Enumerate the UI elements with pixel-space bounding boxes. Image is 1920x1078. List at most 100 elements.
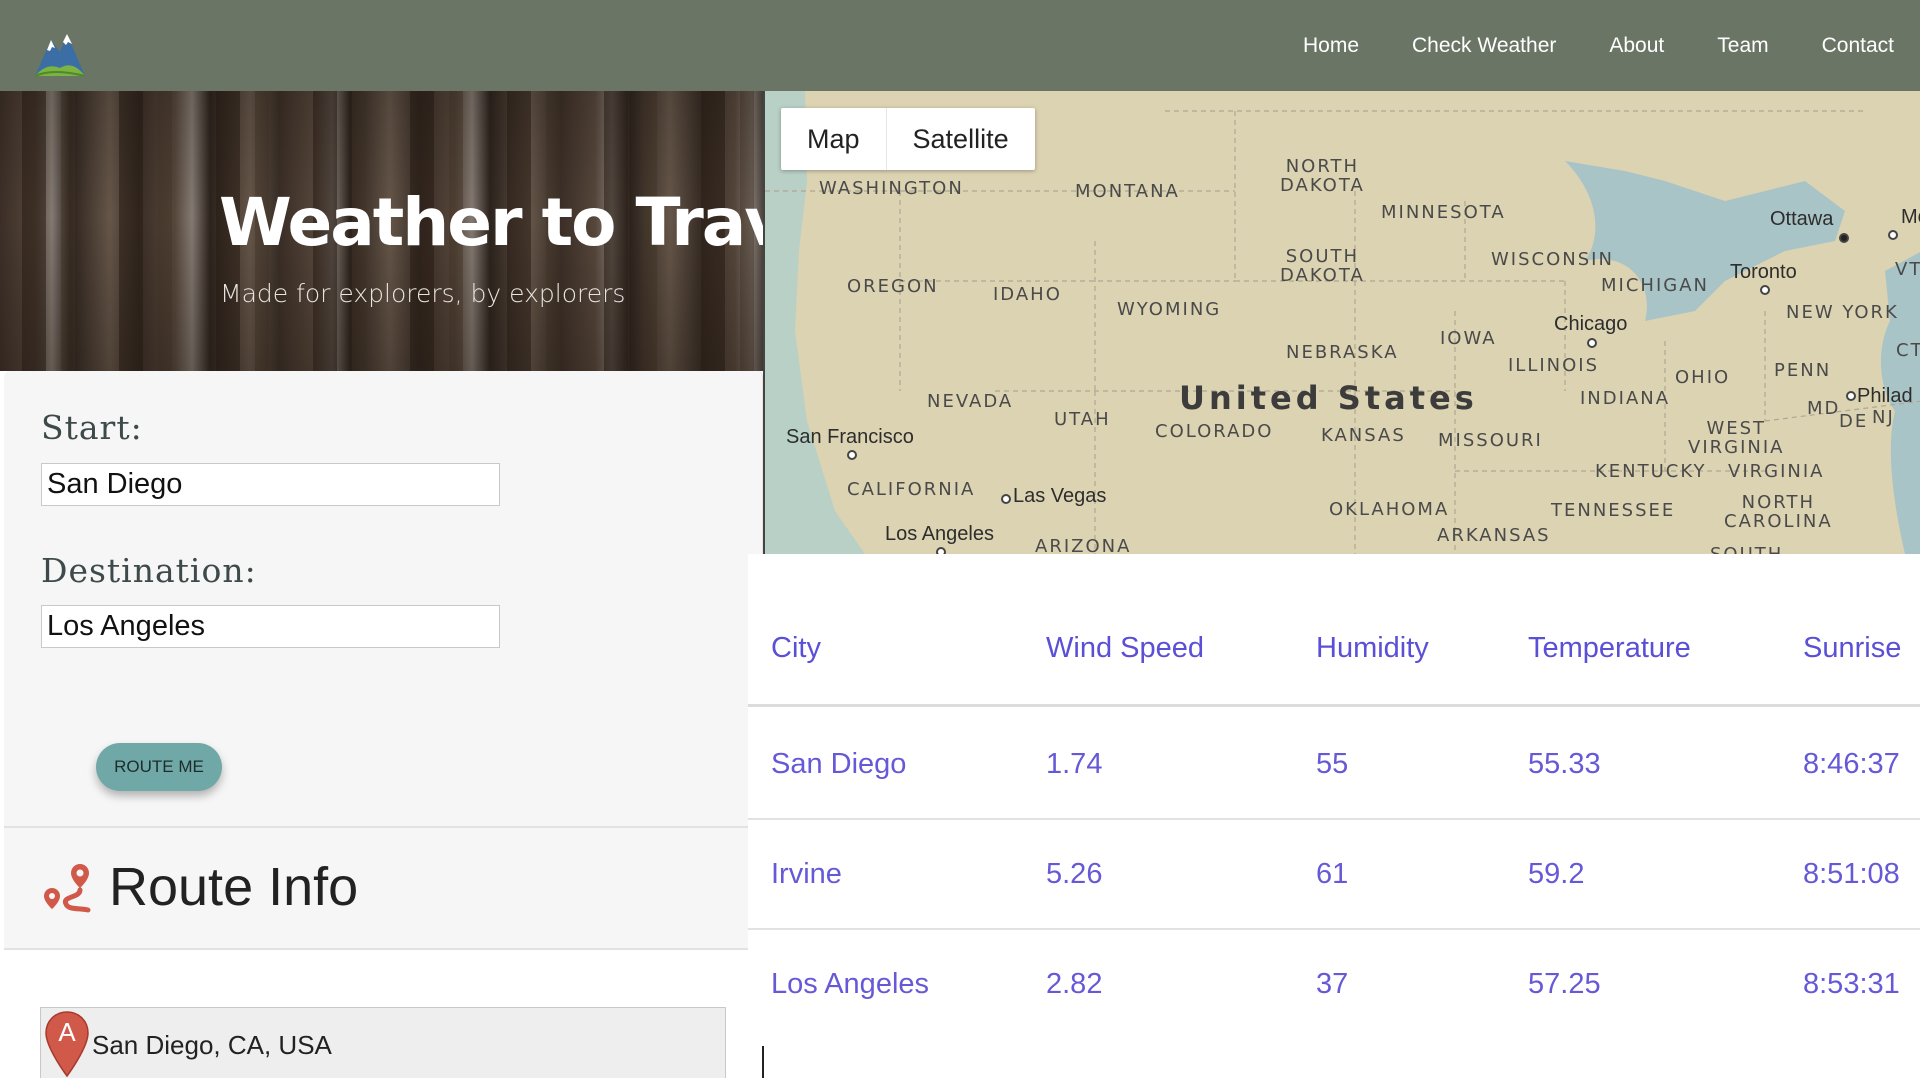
map-state-label: KENTUCKY [1595,461,1707,482]
map-state-label: INDIANA [1580,388,1671,409]
map-state-label: IDAHO [993,284,1062,305]
map-state-label: COLORADO [1155,421,1274,442]
map-state-label: KANSAS [1321,425,1406,446]
leg-address: San Diego, CA, USA [92,1030,332,1060]
map-state-label: SOUTH DAKOTA [1280,246,1365,286]
map-city-dot [1001,494,1011,504]
mountain-logo-icon[interactable] [33,28,87,80]
nav-team-link[interactable]: Team [1717,34,1768,58]
table-row: San Diego 1.74 55 55.33 8:46:37 [748,710,1920,820]
map-state-label: VIRGINIA [1728,461,1825,482]
marker-a-label: A [58,1017,76,1047]
map-state-label: IOWA [1440,328,1497,349]
map-city-toronto: Toronto [1730,261,1797,283]
table-cell-wind-speed: 5.26 [1046,858,1103,890]
table-header-wind-speed[interactable]: Wind Speed [1046,632,1204,665]
map-state-label: NEVADA [927,391,1014,412]
map-state-label: UTAH [1054,409,1111,430]
map-country-label: United States [1179,379,1478,417]
map-state-label: WEST VIRGINIA [1688,418,1785,458]
table-cell-sunrise: 8:53:31 [1803,968,1900,1000]
map-city-dot [1888,230,1898,240]
table-cell-temperature: 55.33 [1528,748,1601,780]
table-header-temperature[interactable]: Temperature [1528,632,1691,665]
map-city-dot [1760,285,1770,295]
nav-contact-link[interactable]: Contact [1822,34,1894,58]
map-state-label: CT [1896,340,1920,361]
route-info-title: Route Info [109,857,359,917]
map-state-label: MISSOURI [1438,430,1543,451]
table-cell-temperature: 59.2 [1528,858,1585,890]
map-state-label: TENNESSEE [1551,500,1676,521]
table-cell-humidity: 55 [1316,748,1349,780]
hero-subtitle: Made for explorers, by explorers [220,279,626,308]
table-cell-city: San Diego [771,748,907,780]
map-city-las-vegas: Las Vegas [1013,485,1107,507]
map-city-dot [1846,391,1856,401]
map-state-label: MD [1807,398,1841,419]
map-type-control: Map Satellite [781,108,1035,170]
table-cell-temperature: 57.25 [1528,968,1601,1000]
map-state-label: ARIZONA [1035,536,1132,554]
table-cell-sunrise: 8:51:08 [1803,858,1900,890]
map-type-map-button[interactable]: Map [781,108,887,170]
map-state-label: NEBRASKA [1286,342,1399,363]
map-state-label: WASHINGTON [819,178,964,199]
table-cell-city: Los Angeles [771,968,930,1000]
route-form: Start: Destination: ROUTE ME [4,371,763,826]
route-leg-start[interactable]: A San Diego, CA, USA [40,1007,726,1078]
map-city-ottawa: Ottawa [1770,208,1834,230]
map-state-label: OKLAHOMA [1329,499,1450,520]
map-state-label: NORTH DAKOTA [1280,156,1365,196]
map-state-label: NJ [1872,407,1895,428]
table-row: Irvine 5.26 61 59.2 8:51:08 [748,820,1920,930]
navbar: Home Check Weather About Team Contact [0,0,1920,91]
route-info-header: Route Info [4,826,748,950]
table-header-sunrise[interactable]: Sunrise [1803,632,1901,665]
map-state-label: OHIO [1675,367,1731,388]
hero-title: Weather to Travel [219,184,763,261]
map-state-label: OREGON [847,276,939,297]
map-city-dot [847,450,857,460]
nav-home-link[interactable]: Home [1303,34,1359,58]
route-icon [44,864,91,913]
table-cell-city: Irvine [771,858,842,890]
table-cell-sunrise: 8:46:37 [1803,748,1900,780]
map-state-label: PENN [1774,360,1832,381]
map-state-label: ILLINOIS [1508,355,1600,376]
text-cursor [762,1046,764,1078]
map-state-label: SOUTH [1710,545,1783,554]
map-state-label: MONTANA [1075,181,1180,202]
table-header-humidity[interactable]: Humidity [1316,632,1429,665]
map-state-label: DE [1839,411,1869,432]
map-type-satellite-button[interactable]: Satellite [887,108,1035,170]
map-state-label: WYOMING [1117,299,1222,320]
map-view[interactable]: Map Satellite WASHINGTON MONTANA NORTH D… [763,91,1920,554]
map-city-dot [1839,233,1849,243]
nav-links: Home Check Weather About Team Contact [1250,0,1894,91]
nav-check-weather-link[interactable]: Check Weather [1412,34,1556,58]
table-cell-wind-speed: 2.82 [1046,968,1103,1000]
map-state-label: VT [1895,259,1920,280]
map-city-dot [936,547,946,554]
table-cell-wind-speed: 1.74 [1046,748,1103,780]
hero-banner: Weather to Travel Made for explorers, by… [0,91,763,371]
start-label: Start: [41,408,143,447]
table-cell-humidity: 61 [1316,858,1349,890]
map-state-label: MICHIGAN [1601,275,1709,296]
table-header-row: City Wind Speed Humidity Temperature Sun… [748,554,1920,707]
map-state-label: NORTH CAROLINA [1724,492,1833,532]
map-city-los-angeles: Los Angeles [885,523,994,545]
start-input[interactable] [41,463,500,506]
route-me-button[interactable]: ROUTE ME [96,743,222,791]
map-city-san-francisco: San Francisco [786,426,914,448]
table-header-city[interactable]: City [771,632,821,665]
table-row: Los Angeles 2.82 37 57.25 8:53:31 [748,930,1920,1040]
nav-about-link[interactable]: About [1609,34,1664,58]
map-city-philadelphia: Philad [1857,385,1913,407]
map-state-label: WISCONSIN [1491,249,1614,270]
table-cell-humidity: 37 [1316,968,1349,1000]
map-state-label: ARKANSAS [1437,525,1551,546]
destination-input[interactable] [41,605,500,648]
weather-table: City Wind Speed Humidity Temperature Sun… [748,554,1920,1078]
